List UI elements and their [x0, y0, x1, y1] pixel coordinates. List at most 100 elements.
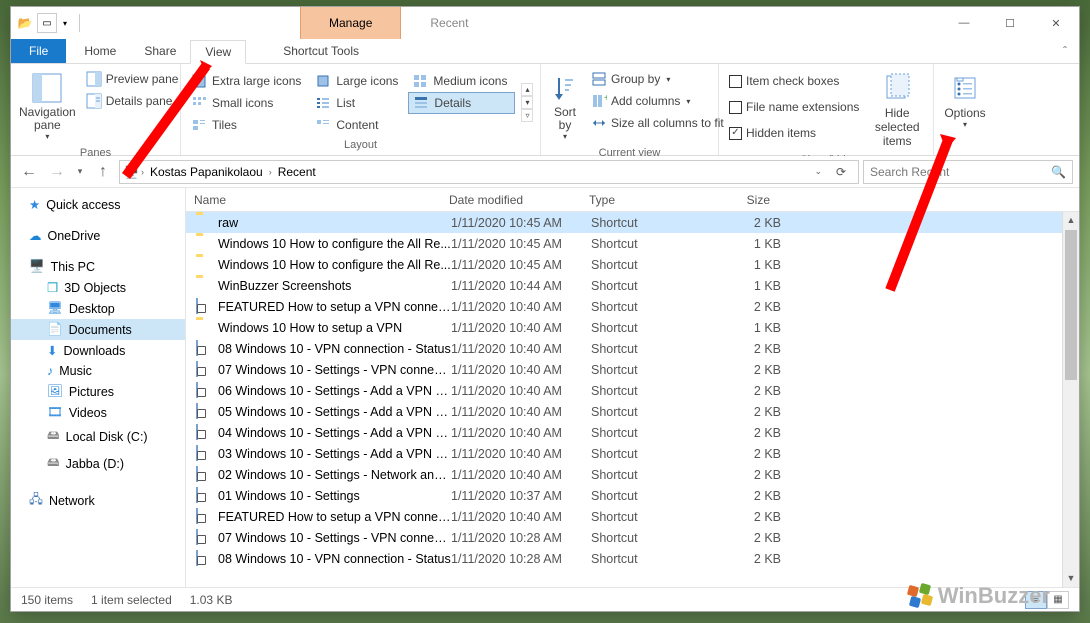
file-row[interactable]: 08 Windows 10 - VPN connection - Status1…	[186, 548, 1079, 569]
scroll-up-arrow[interactable]: ▲	[1063, 212, 1079, 229]
tree-this-pc[interactable]: 🖥️This PC	[11, 256, 185, 277]
videos-icon: 🎞	[47, 405, 63, 420]
watermark-text: WinBuzzer	[938, 583, 1050, 609]
tree-jabba[interactable]: 🖴Jabba (D:)	[11, 450, 185, 477]
large-icon	[315, 73, 331, 89]
tree-onedrive[interactable]: ☁OneDrive	[11, 225, 185, 246]
layout-small[interactable]: Small icons	[187, 92, 309, 114]
search-input[interactable]: Search Recent 🔍	[863, 160, 1073, 184]
qat-properties-icon[interactable]: ▭	[37, 13, 57, 33]
tree-downloads[interactable]: ⬇Downloads	[11, 340, 185, 361]
add-columns-button[interactable]: +Add columns▾	[587, 90, 728, 112]
tab-home[interactable]: Home	[70, 39, 130, 63]
file-row[interactable]: 03 Windows 10 - Settings - Add a VPN co.…	[186, 443, 1079, 464]
tree-desktop[interactable]: 🖥Desktop	[11, 298, 185, 319]
scroll-down-arrow[interactable]: ▼	[1063, 570, 1079, 587]
col-header-name[interactable]: Name	[186, 193, 441, 207]
tree-documents[interactable]: 📄Documents	[11, 319, 185, 340]
col-header-date[interactable]: Date modified	[441, 193, 581, 207]
minimize-button[interactable]: ―	[941, 7, 987, 39]
details-pane-button[interactable]: Details pane	[82, 90, 183, 112]
file-row[interactable]: FEATURED How to setup a VPN connecti...1…	[186, 296, 1079, 317]
tree-network[interactable]: 🖧Network	[11, 487, 185, 514]
file-row[interactable]: 05 Windows 10 - Settings - Add a VPN co.…	[186, 401, 1079, 422]
file-row[interactable]: 04 Windows 10 - Settings - Add a VPN co.…	[186, 422, 1079, 443]
navigation-pane-label: Navigation pane	[19, 106, 76, 132]
file-row[interactable]: raw1/11/2020 10:45 AMShortcut2 KB	[186, 212, 1079, 233]
tab-file[interactable]: File	[11, 39, 66, 63]
tree-quick-access[interactable]: ★Quick access	[11, 194, 185, 215]
file-rows[interactable]: raw1/11/2020 10:45 AMShortcut2 KBWindows…	[186, 212, 1079, 587]
item-check-boxes-toggle[interactable]: Item check boxes	[725, 70, 863, 92]
layout-list[interactable]: List	[311, 92, 406, 114]
column-headers[interactable]: Name Date modified Type Size	[186, 188, 1079, 212]
file-row[interactable]: 01 Windows 10 - Settings1/11/2020 10:37 …	[186, 485, 1079, 506]
up-button[interactable]: ↑	[91, 160, 115, 184]
group-show-hide: Item check boxes File name extensions ✓H…	[719, 64, 934, 155]
ribbon-collapse-button[interactable]: ˆ	[1051, 39, 1079, 63]
group-by-button[interactable]: Group by▾	[587, 68, 728, 90]
address-bar[interactable]: 🖥️ › Kostas Papanikolaou › Recent ⌄ ⟳	[119, 160, 859, 184]
group-layout: Extra large icons Large icons Medium ico…	[181, 64, 541, 155]
file-row[interactable]: 08 Windows 10 - VPN connection - Status1…	[186, 338, 1079, 359]
cell-name: Windows 10 How to setup a VPN	[218, 321, 451, 335]
view-mode-thumbnails[interactable]: ▦	[1047, 591, 1069, 609]
hide-selected-button[interactable]: Hide selected items	[867, 68, 927, 152]
context-tab-manage[interactable]: Manage	[300, 7, 401, 39]
file-row[interactable]: FEATURED How to setup a VPN connecti...1…	[186, 506, 1079, 527]
checkbox-unchecked-icon	[729, 75, 742, 88]
tree-music[interactable]: ♪Music	[11, 361, 185, 381]
breadcrumb-sep-icon[interactable]: ›	[141, 167, 144, 177]
address-dropdown-icon[interactable]: ⌄	[810, 166, 826, 177]
file-row[interactable]: WinBuzzer Screenshots1/11/2020 10:44 AMS…	[186, 275, 1079, 296]
file-row[interactable]: Windows 10 How to setup a VPN1/11/2020 1…	[186, 317, 1079, 338]
file-name-extensions-toggle[interactable]: File name extensions	[725, 96, 863, 118]
breadcrumb-sep-icon[interactable]: ›	[269, 167, 272, 177]
recent-locations-dropdown[interactable]: ▾	[73, 160, 87, 184]
file-row[interactable]: 06 Windows 10 - Settings - Add a VPN co.…	[186, 380, 1079, 401]
back-button[interactable]: ←	[17, 160, 41, 184]
hidden-items-toggle[interactable]: ✓Hidden items	[725, 122, 863, 144]
tree-local-disk[interactable]: 🖴Local Disk (C:)	[11, 423, 185, 450]
tab-view[interactable]: View	[190, 40, 246, 64]
layout-scroll-up[interactable]: ▴	[521, 83, 533, 96]
file-row[interactable]: Windows 10 How to configure the All Re..…	[186, 254, 1079, 275]
layout-scroll-down[interactable]: ▾	[521, 96, 533, 109]
col-header-type[interactable]: Type	[581, 193, 711, 207]
forward-button[interactable]: →	[45, 160, 69, 184]
size-all-columns-button[interactable]: Size all columns to fit	[587, 112, 728, 134]
tree-videos[interactable]: 🎞Videos	[11, 402, 185, 423]
navigation-pane-button[interactable]: Navigation pane ▾	[17, 68, 78, 145]
file-row[interactable]: Windows 10 How to configure the All Re..…	[186, 233, 1079, 254]
qat-dropdown-icon[interactable]: ▾	[59, 13, 71, 33]
layout-medium[interactable]: Medium icons	[408, 70, 515, 92]
layout-tiles[interactable]: Tiles	[187, 114, 309, 136]
scrollbar-thumb[interactable]	[1065, 230, 1077, 380]
status-selected-count: 1 item selected	[91, 593, 172, 607]
file-row[interactable]: 07 Windows 10 - Settings - VPN connecti.…	[186, 359, 1079, 380]
breadcrumb-user[interactable]: Kostas Papanikolaou	[146, 165, 267, 179]
navigation-tree[interactable]: ★Quick access ☁OneDrive 🖥️This PC ❒3D Ob…	[11, 188, 186, 587]
file-row[interactable]: 07 Windows 10 - Settings - VPN connecti.…	[186, 527, 1079, 548]
layout-large[interactable]: Large icons	[311, 70, 406, 92]
close-button[interactable]: ✕	[1033, 7, 1079, 39]
breadcrumb-folder[interactable]: Recent	[274, 165, 320, 179]
layout-extra-large[interactable]: Extra large icons	[187, 70, 309, 92]
ribbon-body: Navigation pane ▾ Preview pane Details p…	[11, 64, 1079, 156]
tree-pictures[interactable]: 🖼Pictures	[11, 381, 185, 402]
cell-date: 1/11/2020 10:40 AM	[451, 300, 591, 314]
tab-shortcut-tools[interactable]: Shortcut Tools	[269, 39, 373, 63]
col-header-size[interactable]: Size	[711, 193, 779, 207]
layout-details[interactable]: Details	[408, 92, 515, 114]
tree-3d-objects[interactable]: ❒3D Objects	[11, 277, 185, 298]
vertical-scrollbar[interactable]: ▲ ▼	[1062, 212, 1079, 587]
sort-by-button[interactable]: Sort by ▾	[547, 68, 583, 145]
tab-share[interactable]: Share	[130, 39, 190, 63]
layout-expand[interactable]: ▿	[521, 109, 533, 122]
options-button[interactable]: Options ▾	[940, 68, 990, 133]
preview-pane-button[interactable]: Preview pane	[82, 68, 183, 90]
file-row[interactable]: 02 Windows 10 - Settings - Network and I…	[186, 464, 1079, 485]
refresh-button[interactable]: ⟳	[828, 165, 854, 179]
layout-content[interactable]: Content	[311, 114, 406, 136]
maximize-button[interactable]: ☐	[987, 7, 1033, 39]
